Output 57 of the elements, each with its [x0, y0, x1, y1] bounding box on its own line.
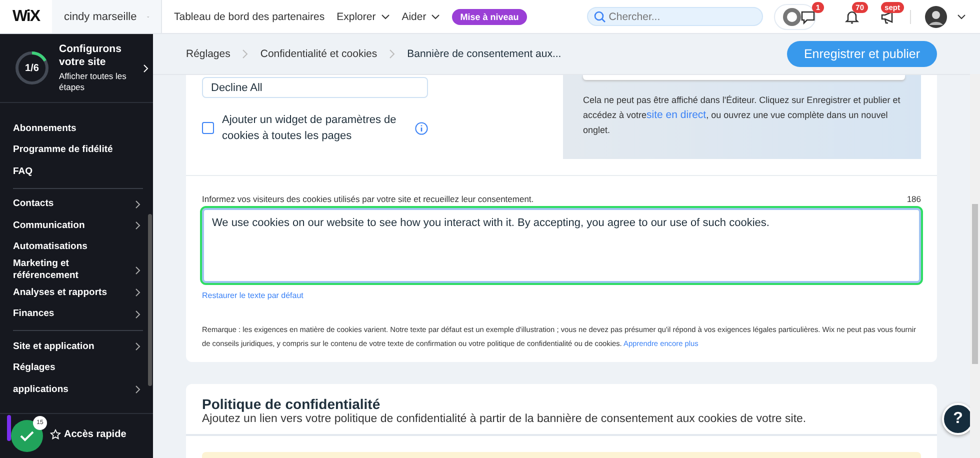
- button-text-field[interactable]: Decline All: [202, 77, 428, 98]
- chat-icon[interactable]: [800, 8, 816, 24]
- checkbox[interactable]: [202, 122, 214, 134]
- chevron-right-icon: [135, 342, 141, 352]
- sidebar-item[interactable]: Finances: [13, 304, 143, 325]
- sidebar-item[interactable]: Analyses et rapports: [13, 282, 143, 304]
- field-label: Informez vos visiteurs des cookies utilisés par votre site et recueillez leur consentement.: [202, 194, 534, 204]
- sidebar-item[interactable]: FAQ: [13, 161, 143, 182]
- bell-icon[interactable]: [844, 8, 860, 24]
- message-field[interactable]: We use cookies on our website to see how you interact with it. By accepting, you agree to our use of such cookies.: [202, 208, 921, 283]
- chevron-down-icon[interactable]: [957, 14, 966, 20]
- sidebar-item[interactable]: Contacts: [13, 194, 143, 215]
- progress-count: 1/6: [24, 62, 40, 74]
- sidebar-item[interactable]: Automatisations: [13, 236, 143, 258]
- sidebar-item[interactable]: Réglages: [13, 358, 143, 379]
- upgrade-button[interactable]: Mise à niveau: [452, 8, 527, 24]
- chevron-right-icon: [389, 49, 396, 59]
- section-subtitle: Ajoutez un lien vers votre politique de confidentialité à partir de la bannière de consentement aux cookies de votre site.: [201, 413, 808, 425]
- info-icon[interactable]: [415, 122, 428, 134]
- nav-menu[interactable]: Tableau de bord des partenaires: [174, 10, 325, 22]
- user-icon[interactable]: [782, 6, 802, 26]
- chevron-right-icon: [135, 385, 141, 394]
- setup-link[interactable]: Afficher toutes les étapes: [59, 71, 133, 93]
- chevron-right-icon: [135, 200, 141, 209]
- chevron-right-icon: [135, 288, 141, 298]
- star-icon: [50, 429, 61, 440]
- breadcrumb-link[interactable]: Confidentialité et cookies: [260, 48, 378, 60]
- nav-menu[interactable]: Aider: [402, 10, 440, 22]
- sidebar-item[interactable]: Communication: [13, 215, 143, 236]
- sidebar-item[interactable]: Programme de fidélité: [13, 140, 143, 161]
- avatar[interactable]: [925, 6, 947, 28]
- checkmark-icon: [19, 430, 35, 442]
- site-selector[interactable]: cindy marseille: [52, 0, 162, 33]
- checkmark-button[interactable]: [11, 420, 43, 452]
- quick-access-button[interactable]: Accès rapide: [44, 428, 132, 441]
- app-tile[interactable]: [7, 415, 11, 441]
- chevron-right-icon: [135, 310, 141, 319]
- sidebar-item[interactable]: Marketing et référencement: [13, 258, 143, 282]
- checkbox-label[interactable]: Ajouter un widget de paramètres de cookies à toutes les pages: [222, 112, 407, 144]
- search-field[interactable]: Chercher...: [586, 7, 763, 26]
- setup-title: Configurons votre site: [59, 43, 122, 69]
- chevron-right-icon: [242, 49, 248, 59]
- sidebar-item[interactable]: Site et application: [13, 336, 143, 358]
- character-count: 186: [906, 194, 921, 204]
- chevron-right-icon: [135, 266, 141, 274]
- chevron-right-icon[interactable]: [143, 64, 149, 72]
- breadcrumb-link[interactable]: Réglages: [186, 48, 230, 60]
- section-title: Politique de confidentialité: [201, 396, 382, 412]
- preview-note: Cela ne peut pas être affiché dans l'Éditeur. Cliquez sur Enregistrer et publier et accédez à votresite en direct, ou ouvrez une vue complète dans un nouvel onglet.: [583, 94, 902, 137]
- sidebar-item[interactable]: Abonnements: [13, 118, 143, 140]
- restore-default-link[interactable]: Restaurer le texte par défaut: [202, 291, 304, 300]
- sidebar-item[interactable]: applications: [13, 379, 143, 400]
- chevron-right-icon: [135, 221, 141, 230]
- chevron-down-icon: [380, 14, 390, 20]
- nav-menu[interactable]: Explorer: [336, 10, 390, 22]
- chevron-down-icon: [431, 14, 440, 20]
- wix-logo[interactable]: WiX: [0, 8, 52, 26]
